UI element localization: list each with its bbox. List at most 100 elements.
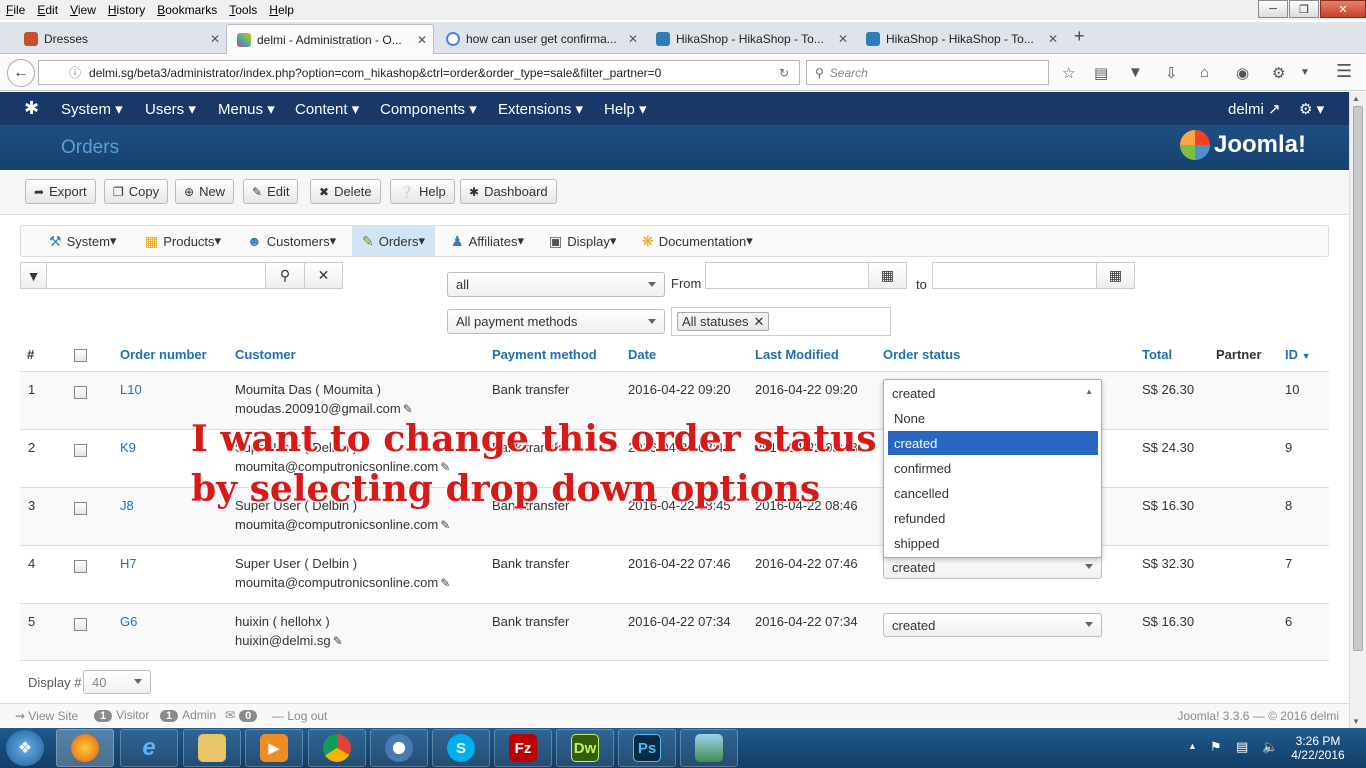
jmenu-content[interactable]: Content ▾ bbox=[295, 100, 359, 118]
chat-icon[interactable]: ◉ bbox=[1236, 64, 1249, 82]
row-checkbox[interactable] bbox=[74, 444, 87, 457]
file-explorer-taskbar-icon[interactable] bbox=[183, 729, 241, 767]
col-last-modified[interactable]: Last Modified bbox=[755, 347, 839, 362]
order-number-link[interactable]: G6 bbox=[120, 614, 137, 629]
close-tab-icon[interactable]: ✕ bbox=[417, 33, 427, 47]
filezilla-taskbar-icon[interactable]: Fz bbox=[494, 729, 552, 767]
search-input[interactable]: ⚲ Search bbox=[806, 60, 1049, 85]
search-button[interactable]: ⚲ bbox=[265, 262, 305, 289]
edit-pencil-icon[interactable]: ✎ bbox=[440, 518, 450, 532]
jmenu-components[interactable]: Components ▾ bbox=[380, 100, 477, 118]
skype-taskbar-icon[interactable]: S bbox=[432, 729, 490, 767]
dashboard-button[interactable]: ✱ Dashboard bbox=[460, 179, 557, 204]
firefox-taskbar-icon[interactable] bbox=[56, 729, 114, 767]
tab-hikashop-1[interactable]: HikaShop - HikaShop - To... ✕ bbox=[646, 24, 854, 54]
to-date-input[interactable] bbox=[932, 262, 1097, 289]
status-option-none[interactable]: None bbox=[888, 406, 1098, 430]
status-option-shipped[interactable]: shipped bbox=[888, 531, 1098, 555]
calendar-icon[interactable]: ▦ bbox=[868, 262, 907, 289]
close-tab-icon[interactable]: ✕ bbox=[1048, 32, 1058, 46]
col-customer[interactable]: Customer bbox=[235, 347, 296, 362]
row-checkbox[interactable] bbox=[74, 618, 87, 631]
tab-hikashop-2[interactable]: HikaShop - HikaShop - To... ✕ bbox=[856, 24, 1064, 54]
hsmenu-orders[interactable]: ✎ Orders ▾ bbox=[352, 226, 435, 256]
scroll-down-icon[interactable]: ▼ bbox=[1352, 717, 1360, 726]
menu-edit[interactable]: Edit bbox=[31, 3, 64, 17]
dreamweaver-taskbar-icon[interactable]: Dw bbox=[556, 729, 614, 767]
col-payment[interactable]: Payment method bbox=[492, 347, 597, 362]
network-icon[interactable]: ▤ bbox=[1236, 739, 1248, 755]
order-status-dropdown[interactable]: created ▲ None created confirmed cancell… bbox=[883, 379, 1102, 558]
hsmenu-system[interactable]: ⚒ System ▾ bbox=[49, 226, 116, 256]
display-count-select[interactable]: 40 bbox=[83, 670, 151, 694]
menu-view[interactable]: View bbox=[64, 3, 102, 17]
filter-search-input[interactable] bbox=[46, 262, 266, 289]
scroll-thumb[interactable] bbox=[1353, 106, 1363, 651]
payment-method-select[interactable]: All payment methods bbox=[447, 309, 665, 334]
order-number-link[interactable]: J8 bbox=[120, 498, 134, 513]
home-icon[interactable]: ⌂ bbox=[1200, 64, 1209, 81]
close-tab-icon[interactable]: ✕ bbox=[628, 32, 638, 46]
col-order-status[interactable]: Order status bbox=[883, 347, 960, 362]
hsmenu-affiliates[interactable]: ♟ Affiliates ▾ bbox=[451, 226, 524, 256]
clock[interactable]: 3:26 PM 4/22/2016 bbox=[1288, 734, 1348, 762]
copy-button[interactable]: ❐ Copy bbox=[104, 179, 169, 204]
show-hidden-icons-icon[interactable]: ▲ bbox=[1188, 741, 1197, 751]
jmenu-users[interactable]: Users ▾ bbox=[145, 100, 196, 118]
photo-viewer-taskbar-icon[interactable] bbox=[680, 729, 738, 767]
edit-pencil-icon[interactable]: ✎ bbox=[440, 576, 450, 590]
minimize-button[interactable]: ─ bbox=[1258, 0, 1288, 18]
tab-dresses[interactable]: Dresses ✕ bbox=[14, 24, 226, 54]
downloads-icon[interactable]: ⇩ bbox=[1165, 64, 1178, 82]
edit-button[interactable]: ✎ Edit bbox=[243, 179, 299, 204]
action-center-flag-icon[interactable]: ⚑ bbox=[1210, 739, 1222, 755]
view-site-link[interactable]: ⇝ View Site bbox=[15, 709, 78, 723]
info-icon[interactable]: ⓘ bbox=[69, 64, 81, 81]
jmenu-extensions[interactable]: Extensions ▾ bbox=[498, 100, 583, 118]
order-status-select[interactable]: created bbox=[883, 555, 1102, 579]
overflow-chevron-icon[interactable]: ▼ bbox=[1300, 67, 1310, 78]
chrome-2-taskbar-icon[interactable] bbox=[370, 729, 428, 767]
hamburger-menu-icon[interactable]: ☰ bbox=[1336, 61, 1352, 82]
col-date[interactable]: Date bbox=[628, 347, 656, 362]
media-player-taskbar-icon[interactable]: ▶ bbox=[245, 729, 303, 767]
row-checkbox[interactable] bbox=[74, 386, 87, 399]
hsmenu-documentation[interactable]: ❋ Documentation ▾ bbox=[642, 226, 753, 256]
close-tab-icon[interactable]: ✕ bbox=[838, 32, 848, 46]
status-option-created[interactable]: created bbox=[888, 431, 1098, 455]
menu-help[interactable]: Help bbox=[263, 3, 300, 17]
status-option-refunded[interactable]: refunded bbox=[888, 506, 1098, 530]
scroll-up-icon[interactable]: ▲ bbox=[1352, 94, 1360, 103]
logout-link[interactable]: — Log out bbox=[272, 709, 327, 723]
menu-history[interactable]: History bbox=[102, 3, 151, 17]
page-scrollbar[interactable]: ▲ ▼ bbox=[1349, 92, 1366, 728]
url-bar[interactable]: ⓘ delmi.sg/beta3/administrator/index.php… bbox=[38, 60, 800, 85]
hsmenu-products[interactable]: ▦ Products ▾ bbox=[145, 226, 221, 256]
back-button[interactable]: ← bbox=[7, 59, 35, 87]
reading-list-icon[interactable]: ▤ bbox=[1094, 64, 1108, 82]
status-filter-input[interactable]: All statuses ✕ bbox=[671, 307, 891, 336]
chrome-taskbar-icon[interactable] bbox=[308, 729, 366, 767]
photoshop-taskbar-icon[interactable]: Ps bbox=[618, 729, 676, 767]
start-button[interactable]: ❖ bbox=[6, 730, 44, 766]
select-all-checkbox[interactable] bbox=[74, 349, 87, 362]
new-tab-button[interactable]: + bbox=[1074, 26, 1085, 47]
volume-icon[interactable]: 🔈 bbox=[1262, 739, 1278, 755]
status-option-cancelled[interactable]: cancelled bbox=[888, 481, 1098, 505]
pocket-icon[interactable]: ▼ bbox=[1128, 64, 1143, 81]
bookmark-star-icon[interactable]: ☆ bbox=[1062, 64, 1075, 82]
col-total[interactable]: Total bbox=[1142, 347, 1172, 362]
joomla-icon[interactable]: ✱ bbox=[24, 98, 39, 119]
chevron-up-icon[interactable]: ▲ bbox=[1085, 387, 1093, 396]
hsmenu-customers[interactable]: ☻ Customers ▾ bbox=[247, 226, 336, 256]
addon-icon[interactable]: ⚙ bbox=[1272, 64, 1285, 82]
from-date-input[interactable] bbox=[705, 262, 869, 289]
delete-button[interactable]: ✖ Delete bbox=[310, 179, 381, 204]
restore-button[interactable]: ❐ bbox=[1289, 0, 1319, 18]
menu-tools[interactable]: Tools bbox=[223, 3, 263, 17]
status-option-confirmed[interactable]: confirmed bbox=[888, 456, 1098, 480]
remove-tag-icon[interactable]: ✕ bbox=[753, 314, 764, 330]
order-status-select[interactable]: created bbox=[883, 613, 1102, 637]
row-checkbox[interactable] bbox=[74, 502, 87, 515]
order-number-link[interactable]: L10 bbox=[120, 382, 142, 397]
